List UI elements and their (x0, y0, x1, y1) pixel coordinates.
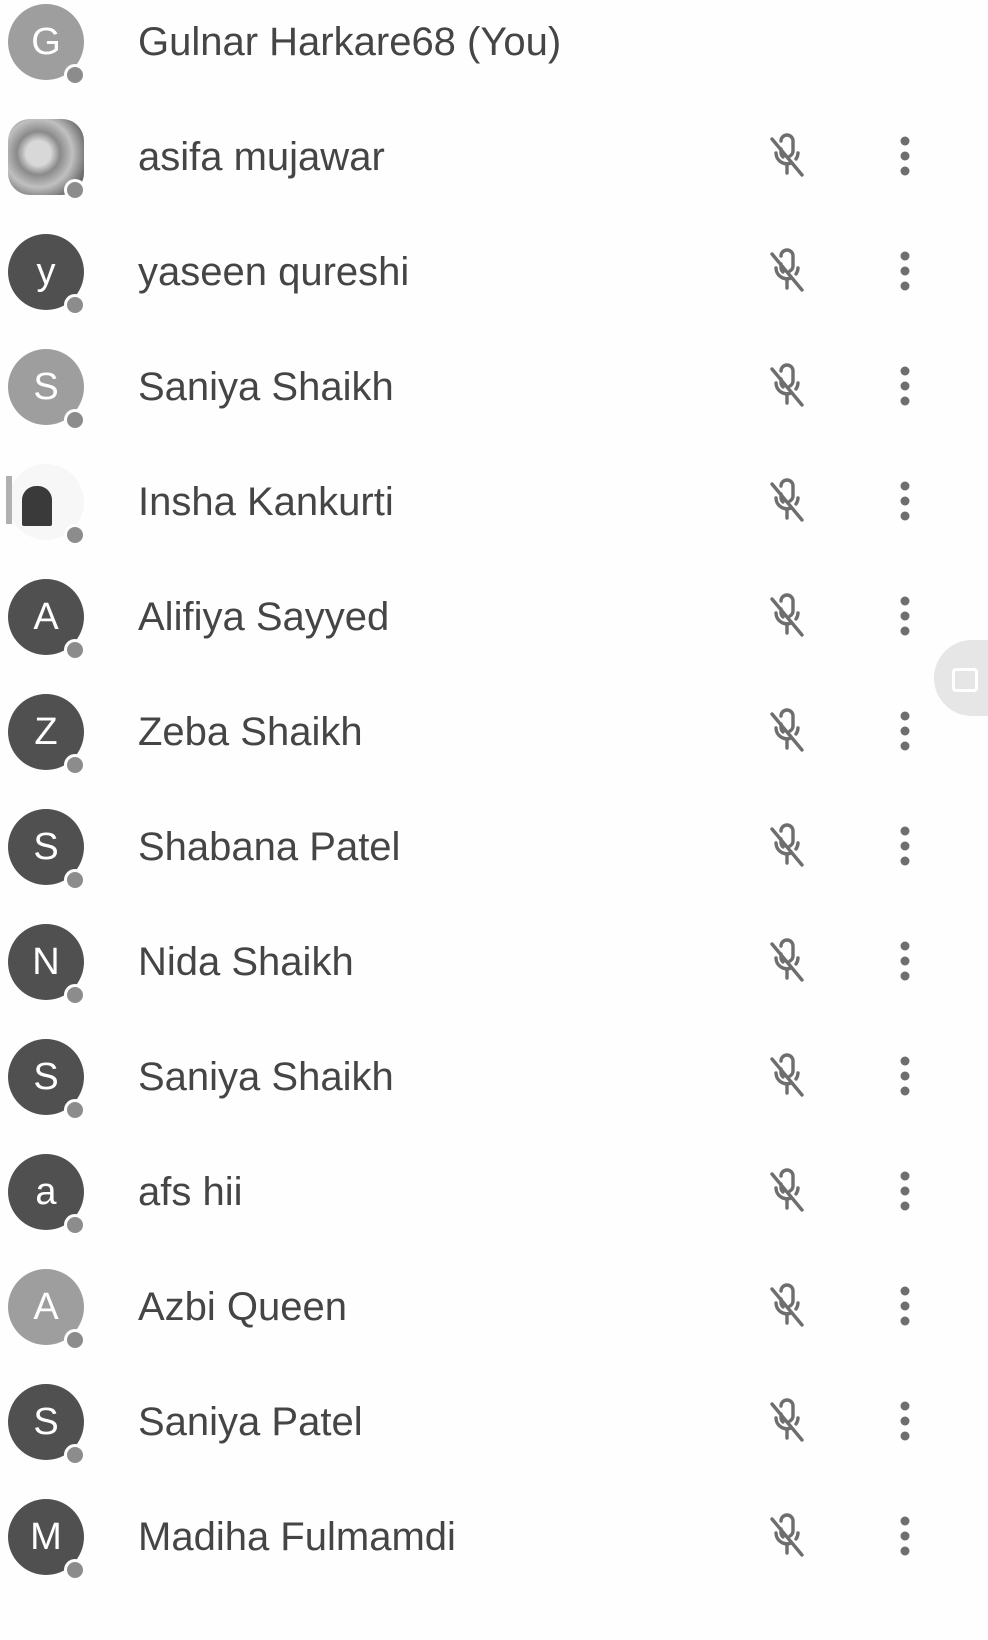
participants-list: G Gulnar Harkare68 (You) asifa mujawar y yas… (0, 0, 988, 1640)
more-options-button[interactable] (890, 1511, 920, 1561)
more-options-button[interactable] (890, 361, 920, 411)
presence-dot (64, 294, 86, 316)
avatar-initial: S (33, 1056, 59, 1098)
avatar-initial: G (31, 21, 61, 63)
mic-off-icon[interactable] (762, 361, 812, 411)
participant-name: afs hii (138, 1170, 243, 1214)
participant-row[interactable]: M Madiha Fulmamdi (0, 1477, 988, 1597)
participant-row[interactable]: A Alifiya Sayyed (0, 557, 988, 677)
participant-name: Zeba Shaikh (138, 710, 363, 754)
more-options-button[interactable] (890, 476, 920, 526)
avatar-initial: Z (34, 711, 58, 753)
more-options-button[interactable] (890, 936, 920, 986)
presence-dot (64, 1099, 86, 1121)
avatar-initial: A (33, 596, 59, 638)
presence-dot (64, 639, 86, 661)
participant-name: Saniya Shaikh (138, 365, 394, 409)
presence-dot (64, 1329, 86, 1351)
presence-dot (64, 409, 86, 431)
avatar-initial: N (32, 941, 60, 983)
participant-name: Gulnar Harkare68 (You) (138, 20, 562, 64)
participant-row[interactable]: Z Zeba Shaikh (0, 672, 988, 792)
avatar-initial: M (30, 1516, 62, 1558)
participant-name: asifa mujawar (138, 135, 385, 179)
presence-dot (64, 754, 86, 776)
mic-off-icon[interactable] (762, 1281, 812, 1331)
mic-off-icon[interactable] (762, 1396, 812, 1446)
participant-name: Insha Kankurti (138, 480, 394, 524)
participant-name: Alifiya Sayyed (138, 595, 390, 639)
more-options-button[interactable] (890, 591, 920, 641)
mic-off-icon[interactable] (762, 591, 812, 641)
participant-row[interactable]: N Nida Shaikh (0, 902, 988, 1022)
mic-off-icon[interactable] (762, 706, 812, 756)
presence-dot (64, 1444, 86, 1466)
presence-dot (64, 1559, 86, 1581)
more-options-button[interactable] (890, 1051, 920, 1101)
participant-row[interactable]: a afs hii (0, 1132, 988, 1252)
mic-off-icon[interactable] (762, 1511, 812, 1561)
presence-dot (64, 984, 86, 1006)
more-options-button[interactable] (890, 246, 920, 296)
participant-name: Saniya Shaikh (138, 1055, 394, 1099)
more-options-button[interactable] (890, 706, 920, 756)
avatar-initial: y (36, 251, 56, 293)
mic-off-icon[interactable] (762, 936, 812, 986)
avatar-initial: A (33, 1286, 59, 1328)
mic-off-icon[interactable] (762, 1166, 812, 1216)
presence-dot (64, 869, 86, 891)
participant-row[interactable]: y yaseen qureshi (0, 212, 988, 332)
participant-name: Nida Shaikh (138, 940, 354, 984)
participant-name: Madiha Fulmamdi (138, 1515, 456, 1559)
participant-name: yaseen qureshi (138, 250, 410, 294)
participant-name: Azbi Queen (138, 1285, 348, 1329)
avatar-initial: S (33, 366, 59, 408)
presence-dot (64, 1214, 86, 1236)
participant-row[interactable]: S Saniya Shaikh (0, 1017, 988, 1137)
participant-row[interactable]: asifa mujawar (0, 97, 988, 217)
avatar-initial: S (33, 826, 59, 868)
mic-off-icon[interactable] (762, 1051, 812, 1101)
more-options-button[interactable] (890, 1166, 920, 1216)
more-options-button[interactable] (890, 821, 920, 871)
mic-off-icon[interactable] (762, 476, 812, 526)
presence-dot (64, 179, 86, 201)
participant-row[interactable]: A Azbi Queen (0, 1247, 988, 1367)
participant-name: Shabana Patel (138, 825, 401, 869)
participant-row[interactable]: S Saniya Patel (0, 1362, 988, 1482)
avatar-initial: S (33, 1401, 59, 1443)
chat-icon (952, 668, 978, 692)
participant-row[interactable]: S Shabana Patel (0, 787, 988, 907)
more-options-button[interactable] (890, 1396, 920, 1446)
participant-row[interactable]: G Gulnar Harkare68 (You) (0, 0, 988, 102)
more-options-button[interactable] (890, 1281, 920, 1331)
presence-dot (64, 524, 86, 546)
avatar-initial: a (35, 1171, 57, 1213)
mic-off-icon[interactable] (762, 131, 812, 181)
more-options-button[interactable] (890, 131, 920, 181)
participant-name: Saniya Patel (138, 1400, 363, 1444)
presence-dot (64, 64, 86, 86)
participant-row[interactable]: S Saniya Shaikh (0, 327, 988, 447)
participant-row[interactable]: Insha Kankurti (0, 442, 988, 562)
mic-off-icon[interactable] (762, 821, 812, 871)
mic-off-icon[interactable] (762, 246, 812, 296)
